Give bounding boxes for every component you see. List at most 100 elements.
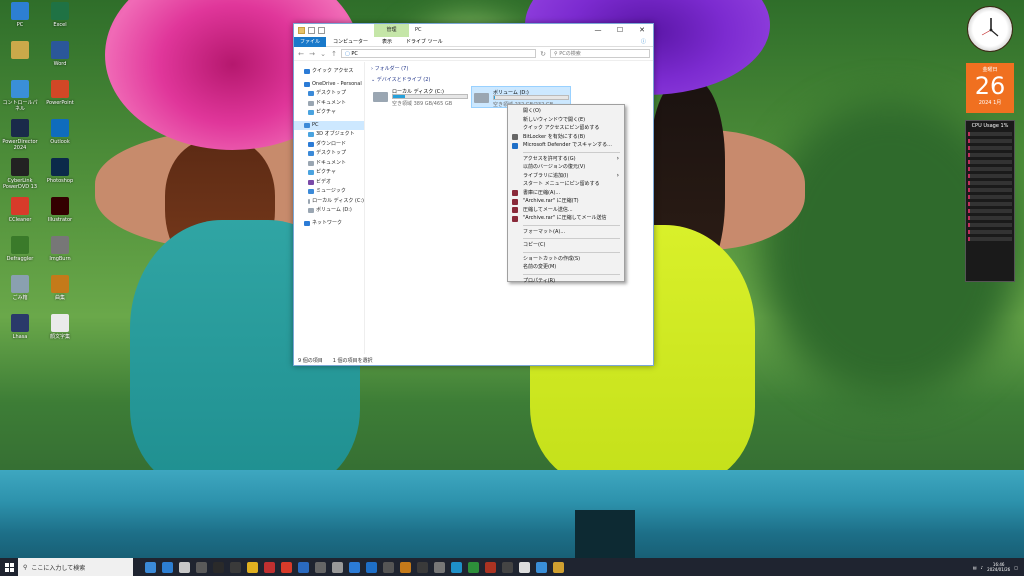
volume-icon[interactable]: ♪ [981,565,984,570]
cpu-usage-gadget[interactable]: CPU Usage 1% [965,120,1015,282]
desktop-icon[interactable]: Excel [42,2,78,28]
taskbar-search[interactable]: ⚲ ここに入力して検索 [18,558,133,576]
context-menu-item[interactable]: 新しいウィンドウで開く(E) [508,116,624,125]
nav-item[interactable]: デスクトップ [294,149,364,159]
taskbar-clock[interactable]: 16:46 2024/01/26 [987,562,1010,572]
desktop-icon[interactable]: Lhasa [2,314,38,340]
up-arrow-icon[interactable]: ↑ [330,50,338,58]
taskbar-app-icon[interactable] [298,561,309,573]
tab-view[interactable]: 表示 [375,38,399,45]
group-folders[interactable]: › フォルダー (7) [368,64,653,75]
taskbar-app-icon[interactable] [349,561,360,573]
taskbar-app-icon[interactable] [315,561,326,573]
minimize-button[interactable]: — [587,24,609,37]
desktop-icon[interactable]: ごみ箱 [2,275,38,301]
nav-item[interactable]: ピクチャ [294,108,364,118]
context-menu-item[interactable]: 圧縮してメール送信... [508,206,624,215]
start-button[interactable] [0,558,18,576]
manage-tab[interactable]: 管理 [374,24,409,37]
calendar-gadget[interactable]: 金曜日 26 2024 1月 [966,63,1014,113]
nav-item[interactable]: ダウンロード [294,140,364,150]
network-icon[interactable]: ▤ [973,565,977,570]
maximize-button[interactable]: ☐ [609,24,631,37]
context-menu-item[interactable]: BitLocker を有効にする(B) [508,133,624,142]
desktop-icon[interactable]: Illustrator [42,197,78,223]
taskbar-app-icon[interactable] [485,561,496,573]
desktop-icon[interactable]: CyberLink PowerDVD 13 [2,158,38,190]
tab-drive-tools[interactable]: ドライブ ツール [399,38,450,45]
nav-item[interactable]: ドキュメント [294,99,364,109]
context-menu-item[interactable]: 名前の変更(M) [508,263,624,272]
context-menu-item[interactable]: "Archive.rar" に圧縮(T) [508,197,624,206]
taskbar-app-icon[interactable] [332,561,343,573]
desktop-icon[interactable]: Word [42,41,78,67]
close-button[interactable]: ✕ [631,24,653,37]
context-menu-item[interactable]: 書庫に圧縮(A)... [508,189,624,198]
nav-item[interactable]: ピクチャ [294,168,364,178]
nav-item[interactable]: PC [294,120,364,130]
nav-item[interactable]: 3D オブジェクト [294,130,364,140]
taskbar-app-icon[interactable] [502,561,513,573]
desktop-icon[interactable]: コントロールパネル [2,80,38,112]
context-menu-item[interactable]: ショートカットの作成(S) [508,255,624,264]
clock-gadget[interactable] [967,6,1013,52]
taskbar-app-icon[interactable] [162,561,173,573]
taskbar-app-icon[interactable] [247,561,258,573]
desktop-icon[interactable]: PowerPoint [42,80,78,106]
desktop-icon[interactable]: CCleaner [2,197,38,223]
context-menu-item[interactable]: ライブラリに追加(I) › [508,172,624,181]
title-bar[interactable]: 管理 PC — ☐ ✕ [294,24,653,37]
desktop-icon[interactable]: Defraggler [2,236,38,262]
nav-item[interactable]: クイック アクセス [294,67,364,77]
taskbar-app-icon[interactable] [281,561,292,573]
context-menu-item[interactable]: スタート メニューにピン留めする [508,180,624,189]
navigation-pane[interactable]: クイック アクセス OneDrive - Personal デスクトップ ドキュメント… [294,62,365,354]
nav-item[interactable]: ドキュメント [294,159,364,169]
nav-item[interactable]: OneDrive - Personal [294,80,364,90]
desktop-icon[interactable]: PC [2,2,38,28]
taskbar-app-icon[interactable] [366,561,377,573]
help-icon[interactable]: ⓘ [634,38,653,45]
context-menu-item[interactable]: 以前のバージョンの復元(V) [508,163,624,172]
group-drives[interactable]: ⌄ デバイスとドライブ (2) [368,75,653,86]
taskbar-app-icon[interactable] [519,561,530,573]
taskbar-app-icon[interactable] [179,561,190,573]
desktop-icon[interactable]: Outlook [42,119,78,145]
context-menu-item[interactable]: "Archive.rar" に圧縮してメール送信 [508,214,624,223]
new-folder-icon[interactable] [318,27,325,34]
nav-item[interactable]: ローカル ディスク (C:) [294,197,364,207]
nav-item[interactable]: ミュージック [294,187,364,197]
search-input[interactable]: ⚲ PCの検索 [550,49,650,58]
taskbar-app-icon[interactable] [400,561,411,573]
folder-icon[interactable] [298,27,305,34]
desktop-icon[interactable] [2,41,38,61]
taskbar-app-icon[interactable] [417,561,428,573]
context-menu-item[interactable]: 開く(O) [508,107,624,116]
back-arrow-icon[interactable]: ← [297,50,305,58]
refresh-icon[interactable]: ↻ [539,50,547,58]
context-menu-item[interactable]: Microsoft Defender でスキャンする... [508,141,624,150]
nav-item[interactable]: ボリューム (D:) [294,206,364,216]
drive-tile[interactable]: ローカル ディスク (C:) 空き領域 389 GB/465 GB [371,86,471,108]
address-bar[interactable]: ▢ PC [341,49,536,58]
nav-item[interactable]: デスクトップ [294,89,364,99]
context-menu-item[interactable]: フォーマット(A)... [508,228,624,237]
context-menu-item[interactable]: クイック アクセスにピン留めする [508,124,624,133]
context-menu-item[interactable]: プロパティ(R) [508,277,624,286]
desktop-icon[interactable]: 顔文字集 [42,314,78,340]
taskbar-app-icon[interactable] [383,561,394,573]
desktop-icon[interactable]: Photoshop [42,158,78,184]
context-menu[interactable]: 開く(O) 新しいウィンドウで開く(E) クイック アクセスにピン留めする BitLo… [507,104,625,284]
properties-icon[interactable] [308,27,315,34]
desktop-icon[interactable]: 曲集 [42,275,78,301]
tab-computer[interactable]: コンピューター [326,38,375,45]
taskbar-app-icon[interactable] [553,561,564,573]
context-menu-item[interactable]: コピー(C) [508,241,624,250]
taskbar-app-icon[interactable] [230,561,241,573]
forward-arrow-icon[interactable]: → [308,50,316,58]
taskbar-app-icon[interactable] [468,561,479,573]
taskbar-app-icon[interactable] [196,561,207,573]
context-menu-item[interactable]: アクセスを許可する(G) › [508,155,624,164]
taskbar-app-icon[interactable] [145,561,156,573]
notification-icon[interactable]: □ [1014,565,1018,570]
